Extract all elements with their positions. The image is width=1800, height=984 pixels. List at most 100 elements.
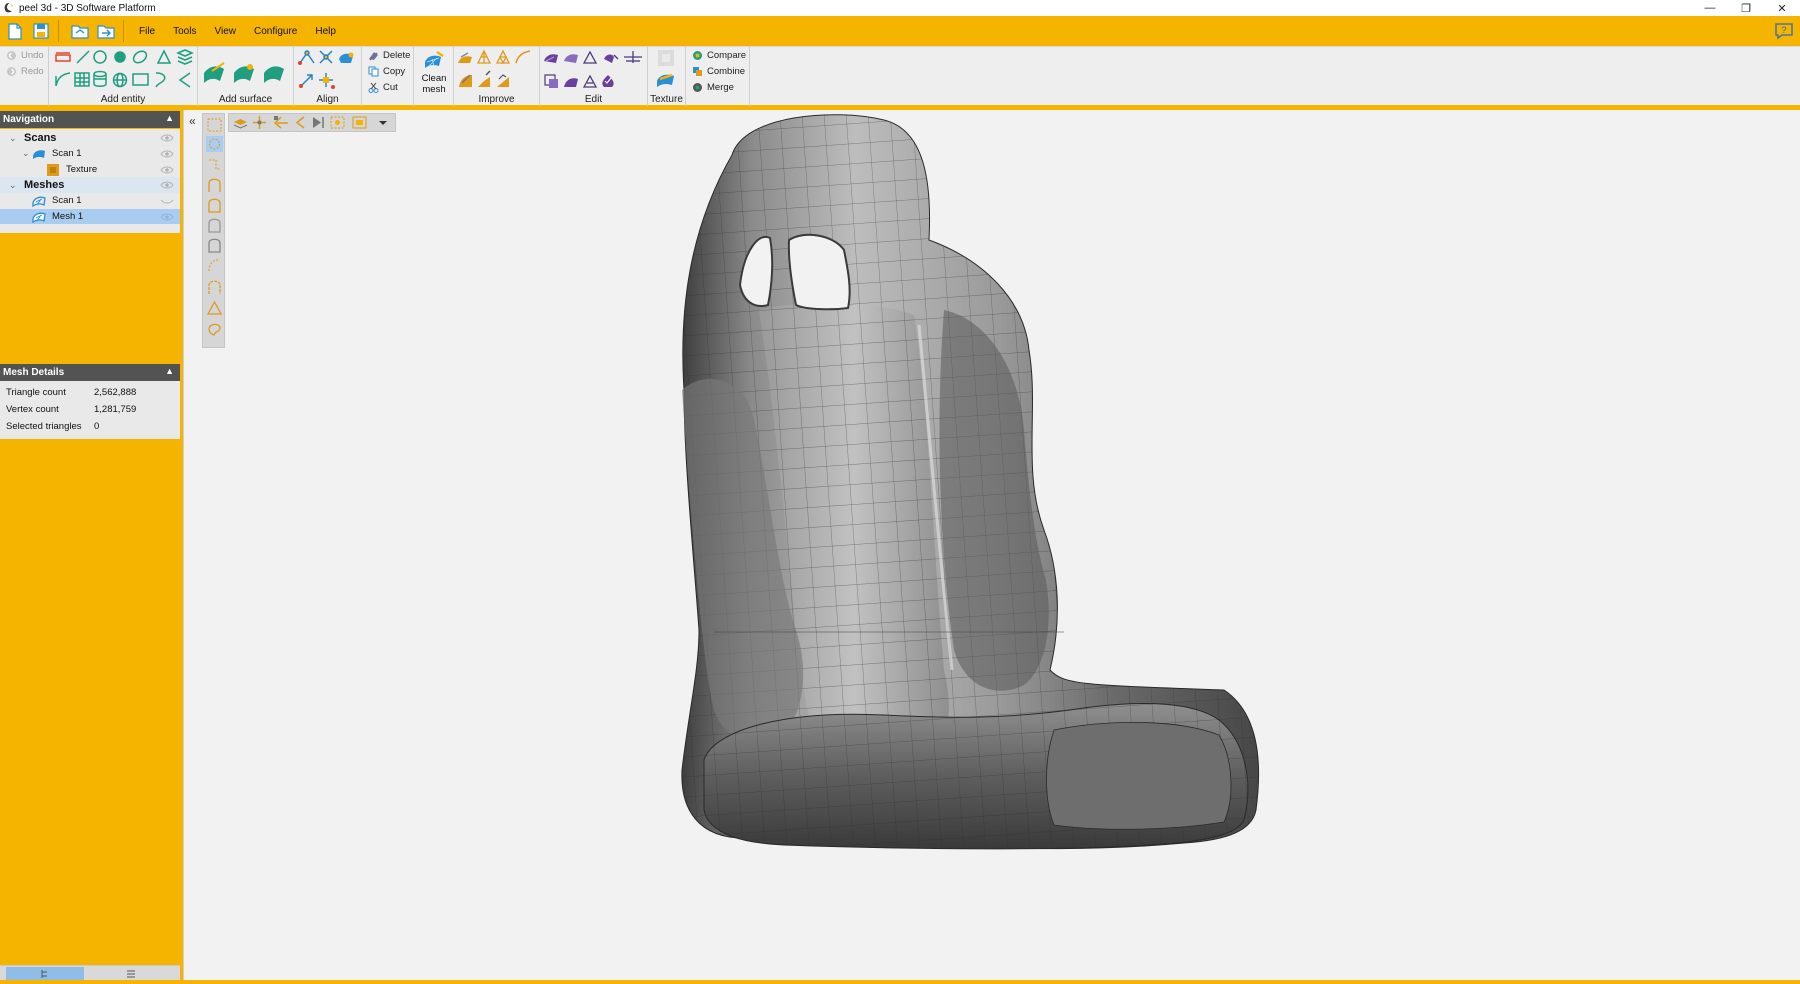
edit-triangle-icon[interactable] <box>582 50 598 64</box>
surface-patch-icon[interactable] <box>204 62 225 83</box>
eye-icon[interactable] <box>160 134 174 142</box>
tree-label-scan-1: Scan 1 <box>52 148 82 159</box>
eye-icon[interactable] <box>160 213 174 221</box>
surface-fit-icon[interactable] <box>234 64 254 83</box>
align-icons <box>298 50 354 89</box>
open-project-icon[interactable] <box>69 20 91 42</box>
remove-spikes-icon[interactable] <box>478 70 491 87</box>
menu-configure[interactable]: Configure <box>245 26 306 37</box>
edit-extrude-icon[interactable] <box>564 78 578 87</box>
edit-select-icon[interactable] <box>544 74 558 88</box>
edit-split-icon[interactable] <box>604 54 619 63</box>
save-icon[interactable] <box>30 20 52 42</box>
list-view-tab[interactable] <box>88 967 174 981</box>
menu-tools[interactable]: Tools <box>164 26 205 37</box>
line-icon[interactable] <box>76 50 90 64</box>
ellipse-icon[interactable] <box>131 49 148 65</box>
fill-holes-icon[interactable] <box>515 50 531 64</box>
apply-texture-icon[interactable] <box>657 73 674 87</box>
layers-icon[interactable] <box>176 49 194 65</box>
refine-icon[interactable] <box>495 49 511 65</box>
eye-icon[interactable] <box>160 181 174 189</box>
improve-label: Improve <box>478 94 515 105</box>
cylinder-icon[interactable] <box>93 70 107 87</box>
close-button[interactable]: ✕ <box>1764 0 1800 16</box>
menu-file[interactable]: File <box>130 26 164 37</box>
combine-button[interactable]: Combine <box>692 66 745 77</box>
tree-item-scans[interactable]: ⌄ Scans <box>0 130 180 146</box>
decimate-icon[interactable] <box>476 49 492 64</box>
tree-item-mesh-1[interactable]: Mesh 1 <box>0 209 180 224</box>
add-surface-label: Add surface <box>218 94 273 105</box>
edit-section-icon[interactable] <box>624 51 642 63</box>
smooth-icon[interactable] <box>458 52 472 63</box>
surface-auto-icon[interactable] <box>264 66 284 83</box>
texture-icons <box>657 50 674 87</box>
circle-icon[interactable] <box>93 50 107 64</box>
fillet-icon[interactable] <box>155 72 166 88</box>
mesh-details-collapse-icon[interactable]: ▲ <box>165 366 174 376</box>
delete-button[interactable]: Delete <box>368 50 410 61</box>
align-points-icon[interactable] <box>298 50 315 65</box>
tree-item-scan-1[interactable]: ⌄ Scan 1 <box>0 146 180 161</box>
tree-item-meshes[interactable]: ⌄ Meshes <box>0 177 180 193</box>
merge-button[interactable]: Merge <box>692 82 734 93</box>
undo-button[interactable]: Undo <box>6 50 44 61</box>
eye-icon[interactable] <box>160 166 174 174</box>
detail-key: Vertex count <box>6 403 59 415</box>
status-strip <box>0 980 1800 984</box>
eye-icon[interactable] <box>160 150 174 158</box>
tree-item-texture[interactable]: Texture <box>0 162 180 177</box>
scan-icon <box>33 149 45 159</box>
clipboard-group: Delete Copy Cut <box>362 47 414 106</box>
cut-button[interactable]: Cut <box>368 82 398 93</box>
help-chat-icon[interactable]: ? <box>1774 22 1794 40</box>
eye-closed-icon[interactable] <box>160 197 174 205</box>
maximize-button[interactable]: ❐ <box>1728 0 1764 16</box>
detail-value: 0 <box>94 420 100 432</box>
align-transform-icon[interactable] <box>299 74 313 88</box>
chevron-down-icon[interactable]: ⌄ <box>22 148 30 159</box>
rectangle-icon[interactable] <box>132 73 149 86</box>
align-auto-icon[interactable] <box>319 50 333 64</box>
tree-item-mesh-scan-1[interactable]: Scan 1 <box>0 193 180 208</box>
chamfer-icon[interactable] <box>178 72 191 88</box>
edit-color-icon[interactable] <box>602 75 614 87</box>
mesh-icon <box>32 196 46 207</box>
menu-view[interactable]: View <box>205 26 245 37</box>
menu-separator <box>123 20 124 42</box>
redo-button[interactable]: Redo <box>6 66 44 77</box>
car-seat-model[interactable] <box>184 110 1800 980</box>
optimize-icon[interactable] <box>497 74 509 87</box>
minimize-button[interactable]: — <box>1692 0 1728 16</box>
grid-icon[interactable] <box>74 72 90 87</box>
curve-icon[interactable] <box>55 72 71 87</box>
menu-help[interactable]: Help <box>306 26 345 37</box>
point-icon[interactable] <box>114 51 126 63</box>
sphere-icon[interactable] <box>112 72 128 88</box>
align-axes-icon[interactable] <box>319 73 335 89</box>
compare-button[interactable]: Compare <box>692 50 746 61</box>
edit-surface-icon[interactable] <box>544 54 558 63</box>
new-file-icon[interactable] <box>4 20 26 42</box>
edit-offset-icon[interactable] <box>582 74 598 88</box>
clean-mesh-button[interactable]: Clean mesh <box>416 49 452 95</box>
chevron-down-icon[interactable]: ⌄ <box>9 133 17 144</box>
navigation-collapse-icon[interactable]: ▲ <box>165 113 174 123</box>
3d-viewport[interactable]: « <box>183 110 1800 980</box>
tree-view-tab[interactable] <box>6 967 84 981</box>
chevron-down-icon[interactable]: ⌄ <box>9 180 17 191</box>
cone-icon[interactable] <box>156 49 172 64</box>
tree-label-scans: Scans <box>24 132 57 144</box>
align-scan-icon[interactable] <box>339 52 354 64</box>
sidebar-view-tabs <box>0 965 180 981</box>
mesh-details-table: Triangle count 2,562,888 Vertex count 1,… <box>0 381 180 439</box>
export-icon[interactable] <box>95 20 117 42</box>
edit-shell-icon[interactable] <box>564 54 578 63</box>
mesh-icon <box>32 212 46 223</box>
measure-icon[interactable] <box>55 52 71 62</box>
add-entity-icons <box>55 49 194 88</box>
texture-disabled-icon[interactable] <box>658 50 674 66</box>
copy-button[interactable]: Copy <box>368 66 405 77</box>
fix-mesh-icon[interactable] <box>459 74 472 87</box>
